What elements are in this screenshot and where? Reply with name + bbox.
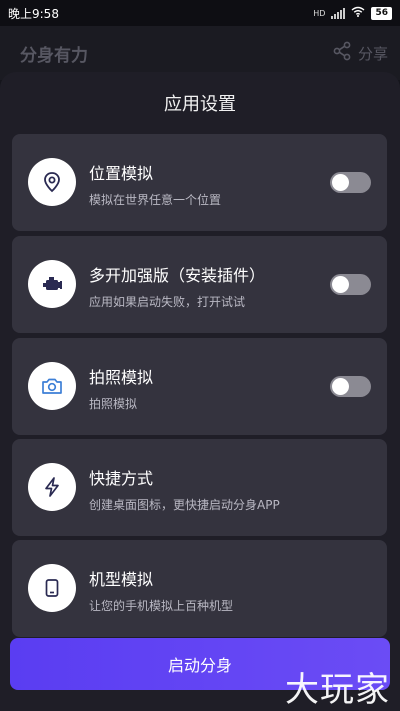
lightning-icon: [28, 463, 76, 511]
sheet-title: 应用设置: [164, 94, 236, 115]
setting-item-enhanced[interactable]: 多开加强版（安装插件） 应用如果启动失败，打开试试: [12, 236, 387, 333]
toggle-knob: [332, 276, 349, 293]
setting-item-camera[interactable]: 拍照模拟 拍照模拟: [12, 338, 387, 435]
toggle-knob: [332, 378, 349, 395]
camera-icon: [28, 362, 76, 410]
network-type: HD: [313, 8, 326, 18]
setting-item-location[interactable]: 位置模拟 模拟在世界任意一个位置: [12, 134, 387, 231]
setting-title: 机型模拟: [89, 570, 154, 589]
share-icon: [332, 41, 352, 65]
setting-item-shortcut[interactable]: 快捷方式 创建桌面图标，更快捷启动分身APP: [12, 439, 387, 536]
setting-subtitle: 模拟在世界任意一个位置: [89, 193, 222, 207]
wifi-icon: [351, 6, 365, 20]
status-bar: 晚上9:58 HD 56: [0, 0, 400, 26]
setting-subtitle: 拍照模拟: [89, 397, 138, 411]
status-icons: HD 56: [313, 6, 392, 20]
watermark-text: 大玩家: [285, 670, 390, 710]
share-button[interactable]: 分享: [332, 41, 388, 65]
setting-title: 位置模拟: [89, 164, 154, 183]
location-pin-icon: [28, 158, 76, 206]
battery-indicator: 56: [371, 6, 392, 20]
setting-item-device-model[interactable]: 机型模拟 让您的手机模拟上百种机型: [12, 540, 387, 637]
settings-sheet: 应用设置 位置模拟 模拟在世界任意一个位置 多开加强版（安装插件） 应用如果启动…: [0, 72, 400, 711]
setting-subtitle: 应用如果启动失败，打开试试: [89, 295, 246, 309]
start-button-label: 启动分身: [167, 656, 232, 675]
enhanced-toggle[interactable]: [330, 274, 371, 295]
share-label: 分享: [357, 44, 388, 63]
setting-title: 拍照模拟: [89, 368, 154, 387]
engine-icon: [28, 260, 76, 308]
setting-subtitle: 创建桌面图标，更快捷启动分身APP: [89, 498, 280, 512]
app-title: 分身有力: [20, 45, 88, 66]
phone-icon: [28, 564, 76, 612]
camera-toggle[interactable]: [330, 376, 371, 397]
screen: 晚上9:58 HD 56 分身有力 分享 应用设置 位置模拟 模拟在世界任意一个…: [0, 0, 400, 711]
signal-icon: [331, 7, 346, 19]
toggle-knob: [332, 174, 349, 191]
location-toggle[interactable]: [330, 172, 371, 193]
setting-subtitle: 让您的手机模拟上百种机型: [89, 599, 234, 613]
setting-title: 快捷方式: [89, 469, 154, 488]
status-time: 晚上9:58: [8, 6, 59, 21]
setting-title: 多开加强版（安装插件）: [89, 266, 266, 285]
